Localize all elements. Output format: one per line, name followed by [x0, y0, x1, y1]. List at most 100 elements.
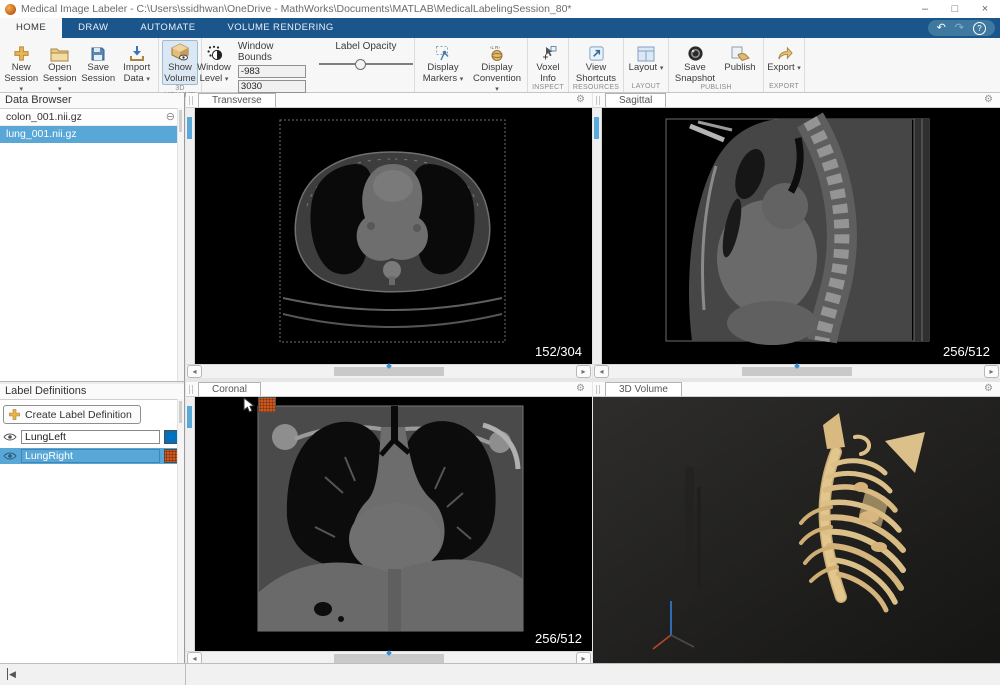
label-definitions-scrollbar[interactable] — [177, 399, 184, 663]
view-shortcuts-button[interactable]: View Shortcuts — [572, 40, 620, 84]
save-session-button[interactable]: Save Session — [80, 40, 117, 84]
tab-coronal[interactable]: Coronal — [198, 382, 261, 396]
label-name-field[interactable]: LungLeft — [21, 430, 160, 444]
coronal-viewport[interactable]: 256/512 — [186, 397, 592, 651]
transverse-slice-slider[interactable] — [186, 108, 195, 364]
group-label-resources: RESOURCES — [569, 84, 623, 93]
save-snapshot-button[interactable]: Save Snapshot — [672, 40, 718, 84]
undo-icon[interactable]: ↶ — [937, 20, 946, 36]
bottom-status-bar: ◀ — [0, 663, 1000, 685]
gear-icon[interactable]: ⚙ — [984, 94, 993, 106]
scroll-right-icon[interactable]: ▸ — [984, 365, 999, 378]
group-label-inspect: INSPECT — [528, 84, 568, 93]
minimize-button[interactable]: – — [910, 0, 940, 18]
slider-thumb[interactable] — [355, 59, 366, 70]
coronal-slice-slider[interactable] — [186, 397, 195, 651]
open-session-button[interactable]: Open Session ▾ — [42, 40, 79, 96]
scroll-track[interactable] — [610, 366, 983, 377]
display-convention-icon: ‹L R› — [487, 41, 507, 63]
visibility-eye-icon[interactable] — [3, 451, 17, 461]
window-title: Medical Image Labeler - C:\Users\ssidhwa… — [21, 3, 572, 15]
transverse-viewport[interactable]: 152/304 — [186, 108, 592, 364]
window-level-button[interactable]: Window Level ▾ — [197, 40, 231, 85]
display-convention-button[interactable]: ‹L R› Display Convention ▾ — [470, 40, 524, 96]
maximize-button[interactable]: □ — [940, 0, 970, 18]
tab-3d-volume[interactable]: 3D Volume — [605, 382, 682, 396]
sagittal-viewport[interactable]: 256/512 — [593, 108, 1000, 364]
publish-icon — [730, 41, 750, 63]
new-session-button[interactable]: New Session ▾ — [3, 40, 40, 96]
export-icon — [776, 41, 793, 63]
svg-text:‹L R›: ‹L R› — [490, 45, 500, 50]
window-bound-max-field[interactable] — [238, 80, 306, 93]
volume-3d-tab-bar: 3D Volume ⚙ — [593, 382, 1000, 397]
collapse-panel-icon[interactable]: ◀ — [7, 668, 16, 680]
gear-icon[interactable]: ⚙ — [576, 383, 585, 395]
pane-grip[interactable] — [596, 96, 600, 105]
pane-grip[interactable] — [596, 385, 600, 394]
gear-icon[interactable]: ⚙ — [984, 383, 993, 395]
display-markers-button[interactable]: Display Markers ▾ — [418, 40, 468, 85]
show-volume-button[interactable]: Show Volume — [162, 40, 198, 85]
transverse-scrollbar[interactable]: ◂ ▸ — [186, 364, 592, 378]
scroll-left-icon[interactable]: ◂ — [594, 365, 609, 378]
dropdown-arrow-icon: ▾ — [146, 76, 150, 83]
group-export: Export ▾ EXPORT — [764, 38, 805, 92]
remove-data-icon[interactable]: ⊖ — [166, 109, 175, 125]
pane-grip[interactable] — [189, 96, 193, 105]
data-item-lung[interactable]: lung_001.nii.gz — [0, 126, 184, 143]
voxel-info-icon — [540, 41, 557, 63]
data-item-colon[interactable]: colon_001.nii.gz ⊖ — [0, 109, 184, 126]
dropdown-arrow-icon: ▾ — [58, 86, 62, 93]
sagittal-slice-slider[interactable] — [593, 108, 602, 364]
import-data-button[interactable]: Import Data ▾ — [119, 40, 156, 85]
gear-icon[interactable]: ⚙ — [576, 94, 585, 106]
label-row-lungright[interactable]: LungRight — [0, 448, 184, 464]
tab-home[interactable]: HOME — [0, 18, 62, 38]
show-volume-icon — [170, 41, 190, 63]
window-level-icon — [205, 41, 223, 63]
group-file: New Session ▾ Open Session ▾ Save Sessio… — [0, 38, 159, 92]
data-browser-header: Data Browser — [0, 93, 184, 109]
view-shortcuts-icon — [588, 41, 605, 63]
tab-transverse[interactable]: Transverse — [198, 93, 276, 107]
help-icon[interactable]: ? — [973, 22, 986, 35]
visibility-eye-icon[interactable] — [3, 432, 17, 442]
data-browser-panel: Data Browser colon_001.nii.gz ⊖ lung_001… — [0, 93, 184, 381]
group-display: Display Markers ▾ ‹L R› Display Conventi… — [415, 38, 528, 92]
publish-button[interactable]: Publish — [720, 40, 760, 74]
create-label-definition-button[interactable]: Create Label Definition — [3, 405, 141, 424]
volume-3d-viewport[interactable] — [593, 397, 1000, 664]
tab-sagittal[interactable]: Sagittal — [605, 93, 666, 107]
slider-thumb[interactable] — [187, 406, 192, 428]
close-button[interactable]: × — [970, 0, 1000, 18]
group-label-export: EXPORT — [764, 83, 804, 92]
label-opacity-group: Label Opacity — [319, 41, 413, 70]
label-name-field[interactable]: LungRight — [21, 449, 160, 463]
group-label-layout: LAYOUT — [624, 83, 668, 92]
layout-button[interactable]: Layout ▾ — [627, 40, 665, 75]
scroll-left-icon[interactable]: ◂ — [187, 365, 202, 378]
export-button[interactable]: Export ▾ — [767, 40, 801, 75]
tab-automate[interactable]: AUTOMATE — [124, 18, 211, 38]
slider-thumb[interactable] — [187, 117, 192, 139]
sagittal-scrollbar[interactable]: ◂ ▸ — [593, 364, 1000, 378]
label-row-lungleft[interactable]: LungLeft — [0, 429, 184, 445]
tab-draw[interactable]: DRAW — [62, 18, 124, 38]
redo-icon[interactable]: ↷ — [955, 20, 964, 36]
voxel-info-button[interactable]: Voxel Info — [531, 40, 565, 84]
scroll-track[interactable] — [203, 366, 575, 377]
window-bound-min-field[interactable] — [238, 65, 306, 78]
dropdown-arrow-icon: ▾ — [460, 76, 464, 83]
slider-thumb[interactable] — [594, 117, 599, 139]
volume-3d-pane: 3D Volume ⚙ — [593, 382, 1000, 663]
scroll-right-icon[interactable]: ▸ — [576, 365, 591, 378]
brush-cursor — [242, 397, 276, 414]
tab-volume-rendering[interactable]: VOLUME RENDERING — [212, 18, 350, 38]
dropdown-arrow-icon: ▾ — [19, 86, 23, 93]
data-browser-scrollbar[interactable] — [177, 108, 184, 381]
pane-grip[interactable] — [189, 385, 193, 394]
window-bounds-label: Window Bounds — [238, 41, 306, 63]
label-opacity-slider[interactable] — [319, 59, 413, 70]
group-view: Window Level ▾ Window Bounds Label Opaci… — [202, 38, 415, 92]
